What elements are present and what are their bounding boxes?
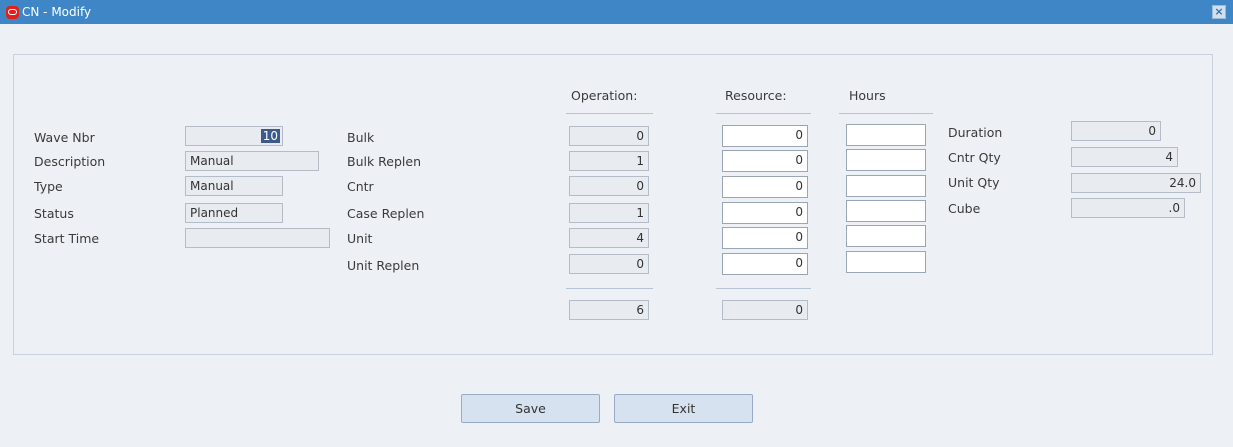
cntr-qty-label: Cntr Qty <box>948 150 1001 165</box>
resources-case-replen-input[interactable]: 0 <box>722 202 808 224</box>
row-label-cntr: Cntr <box>347 179 374 194</box>
hours-bulk-input[interactable] <box>846 124 926 146</box>
operations-bulk-replen: 1 <box>569 151 649 171</box>
window-title: CN - Modify <box>22 5 92 19</box>
unit-qty-label: Unit Qty <box>948 175 1000 190</box>
status-label: Status <box>34 206 74 221</box>
hours-unit-replen-input[interactable] <box>846 251 926 273</box>
start-time-label: Start Time <box>34 231 100 246</box>
status-field[interactable]: Planned <box>185 203 283 223</box>
resources-header: Resource: <box>725 88 787 103</box>
cntr-qty-field: 4 <box>1071 147 1178 167</box>
duration-label: Duration <box>948 125 1003 140</box>
row-label-bulk: Bulk <box>347 130 375 145</box>
hours-cntr-input[interactable] <box>846 175 926 197</box>
resources-bulk-replen-input[interactable]: 0 <box>722 150 808 172</box>
wave-nbr-value: 10 <box>260 129 280 143</box>
resources-unit-replen-input[interactable]: 0 <box>722 253 808 275</box>
operations-bulk: 0 <box>569 126 649 146</box>
wave-nbr-field[interactable]: 10 <box>185 126 283 146</box>
resources-bulk-input[interactable]: 0 <box>722 125 808 147</box>
row-label-unit-replen: Unit Replen <box>347 258 420 273</box>
operations-header: Operation: <box>571 88 638 103</box>
description-field[interactable]: Manual <box>185 151 319 171</box>
title-bar: CN - Modify × <box>0 0 1233 24</box>
operations-case-replen: 1 <box>569 203 649 223</box>
wave-nbr-label: Wave Nbr <box>34 130 95 145</box>
start-time-field[interactable] <box>185 228 330 248</box>
cube-label: Cube <box>948 201 981 216</box>
operations-total-divider <box>566 288 653 289</box>
type-label: Type <box>34 179 63 194</box>
oracle-logo-icon <box>6 6 19 19</box>
hours-case-replen-input[interactable] <box>846 200 926 222</box>
hours-header-divider <box>839 113 933 114</box>
unit-qty-field: 24.0 <box>1071 173 1201 193</box>
hours-header: Hours <box>849 88 886 103</box>
operations-cntr: 0 <box>569 176 649 196</box>
close-icon[interactable]: × <box>1212 5 1226 19</box>
type-field[interactable]: Manual <box>185 176 283 196</box>
resources-total: 0 <box>722 300 808 320</box>
description-label: Description <box>34 154 106 169</box>
row-label-bulk-replen: Bulk Replen <box>347 154 422 169</box>
operations-total: 6 <box>569 300 649 320</box>
duration-field: 0 <box>1071 121 1161 141</box>
row-label-unit: Unit <box>347 231 373 246</box>
operations-unit-replen: 0 <box>569 254 649 274</box>
resources-total-divider <box>716 288 811 289</box>
save-button[interactable]: Save <box>461 394 600 423</box>
resources-header-divider <box>716 113 811 114</box>
operations-header-divider <box>566 113 653 114</box>
resources-cntr-input[interactable]: 0 <box>722 176 808 198</box>
operations-unit: 4 <box>569 228 649 248</box>
row-label-case-replen: Case Replen <box>347 206 425 221</box>
hours-bulk-replen-input[interactable] <box>846 149 926 171</box>
exit-button[interactable]: Exit <box>614 394 753 423</box>
hours-unit-input[interactable] <box>846 225 926 247</box>
resources-unit-input[interactable]: 0 <box>722 227 808 249</box>
cube-field: .0 <box>1071 198 1185 218</box>
